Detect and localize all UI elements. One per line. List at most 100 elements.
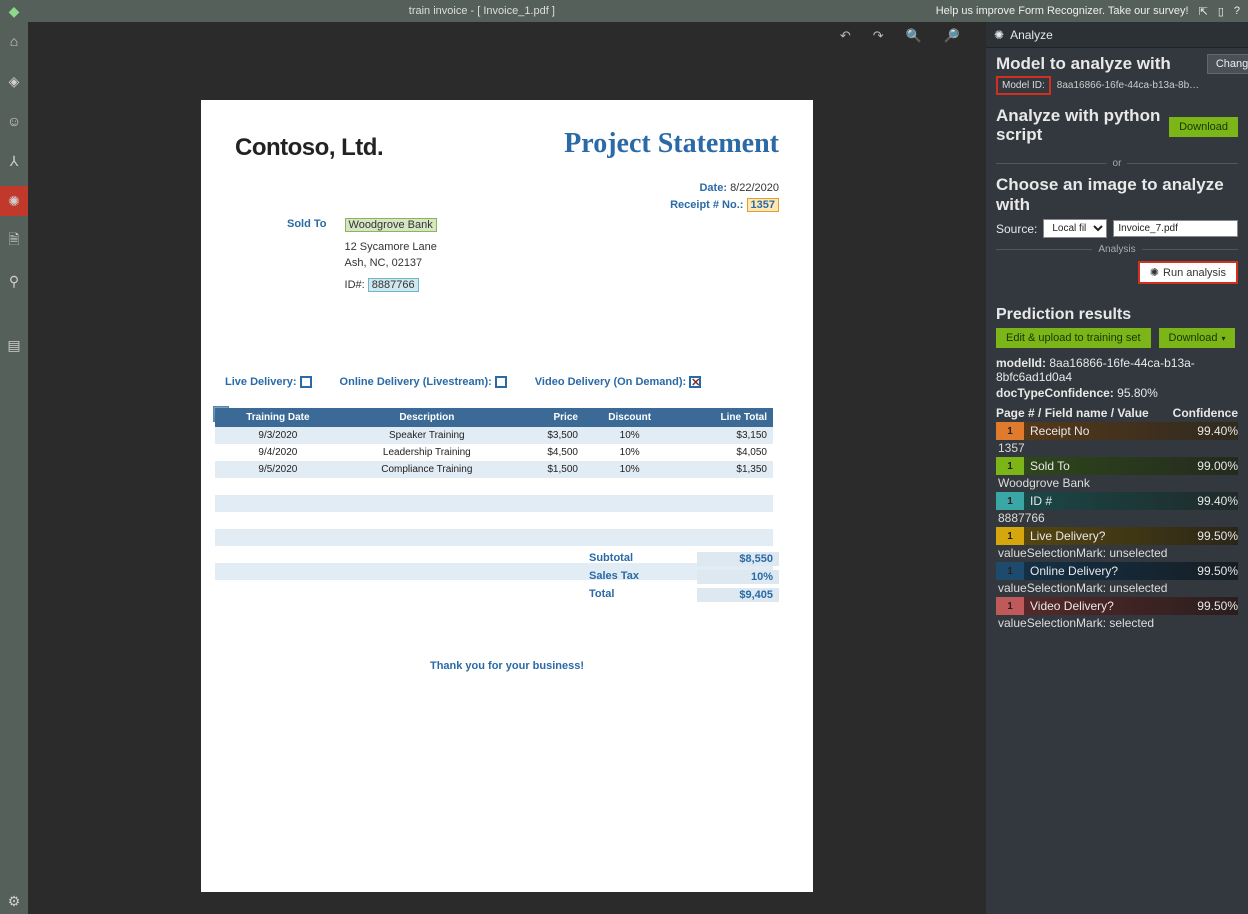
- col-header: Discount: [584, 408, 675, 427]
- online-delivery-checkbox: [495, 376, 507, 388]
- field-name: ID #: [1030, 494, 1197, 508]
- source-select[interactable]: Local file: [1043, 219, 1107, 238]
- file-input[interactable]: [1113, 220, 1238, 237]
- confidence: 99.50%: [1197, 564, 1238, 578]
- tax-label: Sales Tax: [589, 570, 639, 584]
- panel-icon[interactable]: ▯: [1218, 5, 1224, 18]
- soldto-name: Woodgrove Bank: [345, 218, 437, 232]
- video-delivery-checkbox: [689, 376, 701, 388]
- page-badge: 1: [996, 562, 1024, 580]
- page-badge: 1: [996, 597, 1024, 615]
- invoice-document: Contoso, Ltd. Project Statement Date: 8/…: [201, 100, 813, 892]
- live-delivery-label: Live Delivery:: [225, 376, 297, 388]
- analyze-bolt-icon: ✺: [994, 28, 1004, 42]
- window-title: train invoice - [ Invoice_1.pdf ]: [28, 5, 936, 17]
- id-value: 8887766: [368, 278, 419, 292]
- results-heading: Prediction results: [996, 306, 1238, 324]
- tag-icon[interactable]: ◈: [0, 68, 28, 94]
- field-value: valueSelectionMark: selected: [996, 616, 1238, 630]
- prediction-item[interactable]: 1Sold To99.00%Woodgrove Bank: [996, 457, 1238, 490]
- prediction-item[interactable]: 1Online Delivery?99.50%valueSelectionMar…: [996, 562, 1238, 595]
- download-results-button[interactable]: Download: [1159, 328, 1236, 348]
- confidence: 99.50%: [1197, 529, 1238, 543]
- doc-toolbar: ↶ ↷ 🔍 🔎: [28, 22, 986, 50]
- analyze-icon[interactable]: ✺: [0, 188, 28, 214]
- page-export-icon[interactable]: 🗎: [0, 228, 28, 254]
- redo-button[interactable]: ↷: [873, 28, 884, 44]
- tax-value: 10%: [697, 570, 779, 584]
- image-heading: Choose an image to analyze with: [996, 175, 1238, 215]
- live-delivery-checkbox: [300, 376, 312, 388]
- plug-icon[interactable]: ⚲: [0, 268, 28, 294]
- video-delivery-label: Video Delivery (On Demand):: [535, 376, 686, 388]
- share-icon[interactable]: ⇱: [1199, 5, 1208, 18]
- pred-header-name: Page # / Field name / Value: [996, 406, 1149, 420]
- doc-title: Project Statement: [564, 128, 779, 160]
- online-delivery-label: Online Delivery (Livestream):: [340, 376, 492, 388]
- zoom-in-button[interactable]: 🔎: [944, 28, 960, 44]
- total-label: Total: [589, 588, 614, 602]
- page-badge: 1: [996, 422, 1024, 440]
- home-icon[interactable]: ⌂: [0, 28, 28, 54]
- script-heading: Analyze with python script: [996, 107, 1163, 144]
- panel-header: ✺ Analyze: [986, 22, 1248, 48]
- document-viewer: ↶ ↷ 🔍 🔎 Contoso, Ltd. Project Statement …: [28, 22, 986, 914]
- robot-icon[interactable]: ☺: [0, 108, 28, 134]
- field-name: Video Delivery?: [1030, 599, 1197, 613]
- run-analysis-button[interactable]: ✺Run analysis: [1138, 261, 1238, 284]
- date-value: 8/22/2020: [730, 182, 779, 194]
- confidence: 99.50%: [1197, 599, 1238, 613]
- col-header: Price: [513, 408, 584, 427]
- change-model-button[interactable]: Change: [1207, 54, 1248, 74]
- survey-link[interactable]: Help us improve Form Recognizer. Take ou…: [936, 5, 1189, 17]
- soldto-label: Sold To: [287, 218, 327, 294]
- receipt-label: Receipt # No.:: [670, 199, 743, 211]
- or-divider: or: [1113, 158, 1122, 169]
- bolt-icon: ✺: [1150, 266, 1159, 279]
- download-script-button[interactable]: Download: [1169, 117, 1238, 137]
- page-badge: 1: [996, 527, 1024, 545]
- id-label: ID#:: [345, 279, 365, 291]
- model-id-value: 8aa16866-16fe-44ca-b13a-8bfc6a...: [1057, 80, 1201, 91]
- field-value: valueSelectionMark: unselected: [996, 546, 1238, 560]
- model-heading: Model to analyze with: [996, 54, 1201, 74]
- analyze-tab-label: Analyze: [1010, 28, 1053, 42]
- prediction-item[interactable]: 1 ID #99.40% 8887766: [996, 492, 1238, 525]
- prediction-item[interactable]: 1Live Delivery?99.50%valueSelectionMark:…: [996, 527, 1238, 560]
- merge-icon[interactable]: ⅄: [0, 148, 28, 174]
- prediction-item[interactable]: 1Receipt No99.40%1357: [996, 422, 1238, 455]
- table-row: 9/4/2020Leadership Training$4,50010%$4,0…: [215, 444, 773, 461]
- col-header: Training Date: [215, 408, 341, 427]
- field-value: Woodgrove Bank: [996, 476, 1238, 490]
- prediction-item[interactable]: 1 Video Delivery?99.50% valueSelectionMark…: [996, 597, 1238, 630]
- pred-header-conf: Confidence: [1173, 406, 1238, 420]
- modelid-label: modelId:: [996, 356, 1046, 370]
- settings-icon[interactable]: ⚙: [0, 888, 28, 914]
- confidence: 99.40%: [1197, 494, 1238, 508]
- zoom-out-button[interactable]: 🔍: [906, 28, 922, 44]
- analysis-divider: Analysis: [1098, 244, 1135, 255]
- table-row: 9/3/2020Speaker Training$3,50010%$3,150: [215, 427, 773, 444]
- edit-upload-button[interactable]: Edit & upload to training set: [996, 328, 1151, 348]
- soldto-addr1: 12 Sycamore Lane: [345, 240, 437, 256]
- title-bar: ◆ train invoice - [ Invoice_1.pdf ] Help…: [0, 0, 1248, 22]
- help-icon[interactable]: ?: [1234, 5, 1240, 17]
- page-badge: 1: [996, 492, 1024, 510]
- thanks-text: Thank you for your business!: [201, 660, 813, 672]
- date-label: Date:: [699, 182, 727, 194]
- source-label: Source:: [996, 222, 1037, 236]
- confidence: 99.40%: [1197, 424, 1238, 438]
- undo-button[interactable]: ↶: [840, 28, 851, 44]
- soldto-addr2: Ash, NC, 02137: [345, 256, 437, 272]
- doctype-value: 95.80%: [1117, 386, 1158, 400]
- field-name: Receipt No: [1030, 424, 1197, 438]
- field-name: Sold To: [1030, 459, 1197, 473]
- app-logo-icon: ◆: [0, 3, 28, 20]
- page-badge: 1: [996, 457, 1024, 475]
- document-icon[interactable]: ▤: [0, 332, 28, 358]
- subtotal-value: $8,550: [697, 552, 779, 566]
- field-value: 8887766: [996, 511, 1238, 525]
- nav-sidebar: ⌂ ◈ ☺ ⅄ ✺ 🗎 ⚲ ▤ ⚙: [0, 22, 28, 914]
- col-header: Line Total: [675, 408, 773, 427]
- table-row: 9/5/2020Compliance Training$1,50010%$1,3…: [215, 461, 773, 478]
